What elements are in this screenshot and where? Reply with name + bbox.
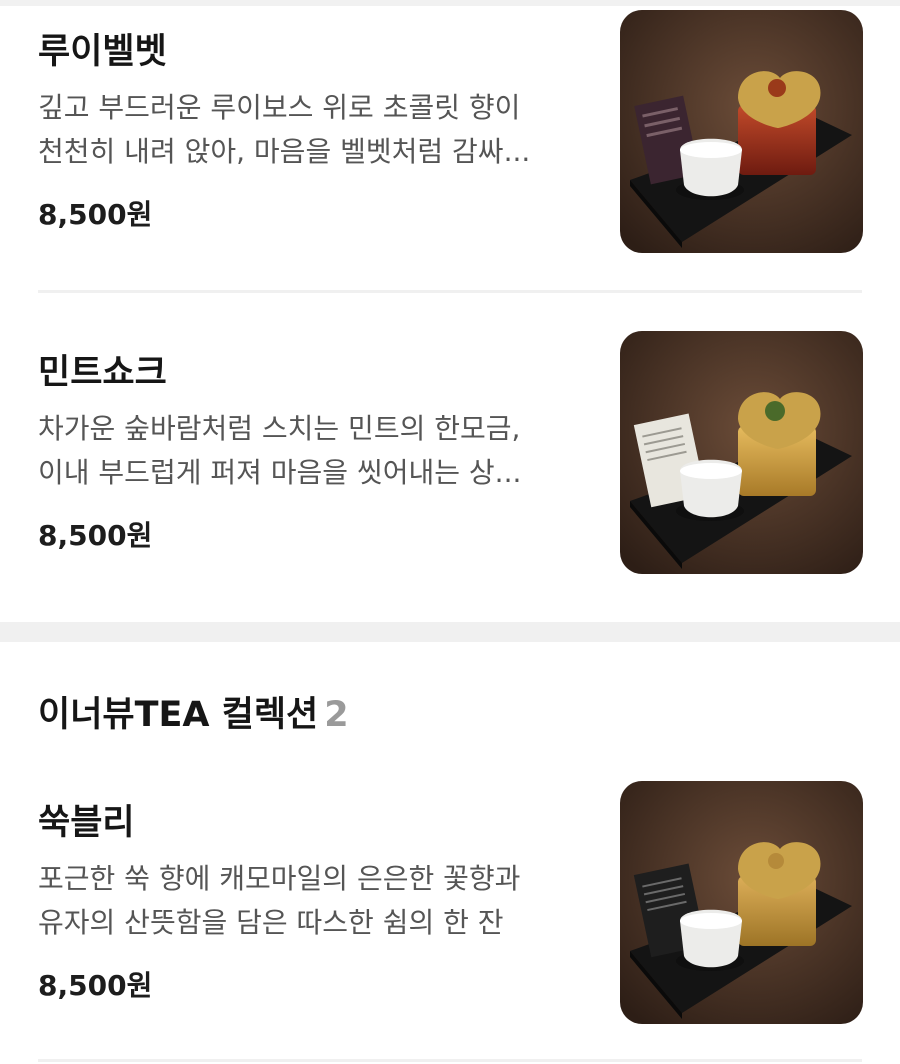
description-line: 포근한 쑥 향에 캐모마일의 은은한 꽃향과 bbox=[38, 862, 521, 895]
menu-item-name: 쑥블리 bbox=[38, 803, 135, 843]
section-title: 이너뷰TEA 컬렉션 bbox=[38, 695, 319, 735]
description-line: 깊고 부드러운 루이보스 위로 초콜릿 향이 bbox=[38, 91, 521, 124]
tea-set-mint-tea-photo bbox=[620, 331, 863, 574]
description-line: 이내 부드럽게 퍼져 마음을 씻어내는 상... bbox=[38, 456, 522, 489]
top-divider bbox=[0, 0, 900, 6]
section-separator bbox=[0, 622, 900, 642]
description-line: 차가운 숲바람처럼 스치는 민트의 한모금, bbox=[38, 412, 521, 445]
menu-item-louis-velvet[interactable]: 루이벨벳 깊고 부드러운 루이보스 위로 초콜릿 향이 천천히 내려 앉아, 마… bbox=[38, 10, 863, 254]
menu-item-price: 8,500원 bbox=[38, 969, 153, 1002]
tea-set-red-tea-photo bbox=[620, 10, 863, 253]
menu-item-description: 깊고 부드러운 루이보스 위로 초콜릿 향이 천천히 내려 앉아, 마음을 벨벳… bbox=[38, 86, 583, 174]
menu-item-description: 포근한 쑥 향에 캐모마일의 은은한 꽃향과 유자의 산뜻함을 담은 따스한 쉼… bbox=[38, 857, 583, 945]
menu-item-price: 8,500원 bbox=[38, 198, 153, 231]
menu-item-photo[interactable] bbox=[620, 781, 863, 1024]
menu-item-description: 차가운 숲바람처럼 스치는 민트의 한모금, 이내 부드럽게 퍼져 마음을 씻어… bbox=[38, 407, 583, 495]
description-line: 유자의 산뜻함을 담은 따스한 쉼의 한 잔 bbox=[38, 906, 504, 939]
menu-item-name: 루이벨벳 bbox=[38, 32, 167, 72]
menu-page: 루이벨벳 깊고 부드러운 루이보스 위로 초콜릿 향이 천천히 내려 앉아, 마… bbox=[0, 0, 900, 1064]
description-line: 천천히 내려 앉아, 마음을 벨벳처럼 감싸... bbox=[38, 135, 531, 168]
section-count: 2 bbox=[324, 695, 349, 735]
menu-item-ssukbly[interactable]: 쑥블리 포근한 쑥 향에 캐모마일의 은은한 꽃향과 유자의 산뜻함을 담은 따… bbox=[38, 781, 863, 1025]
menu-item-photo[interactable] bbox=[620, 331, 863, 574]
item-divider bbox=[38, 290, 862, 293]
tea-set-mugwort-tea-photo bbox=[620, 781, 863, 1024]
menu-item-name: 민트쇼크 bbox=[38, 353, 167, 393]
item-divider bbox=[38, 1059, 862, 1062]
menu-item-mint-shock[interactable]: 민트쇼크 차가운 숲바람처럼 스치는 민트의 한모금, 이내 부드럽게 퍼져 마… bbox=[38, 331, 863, 575]
menu-item-price: 8,500원 bbox=[38, 519, 153, 552]
menu-item-photo[interactable] bbox=[620, 10, 863, 253]
section-header: 이너뷰TEA 컬렉션 2 bbox=[38, 694, 349, 736]
